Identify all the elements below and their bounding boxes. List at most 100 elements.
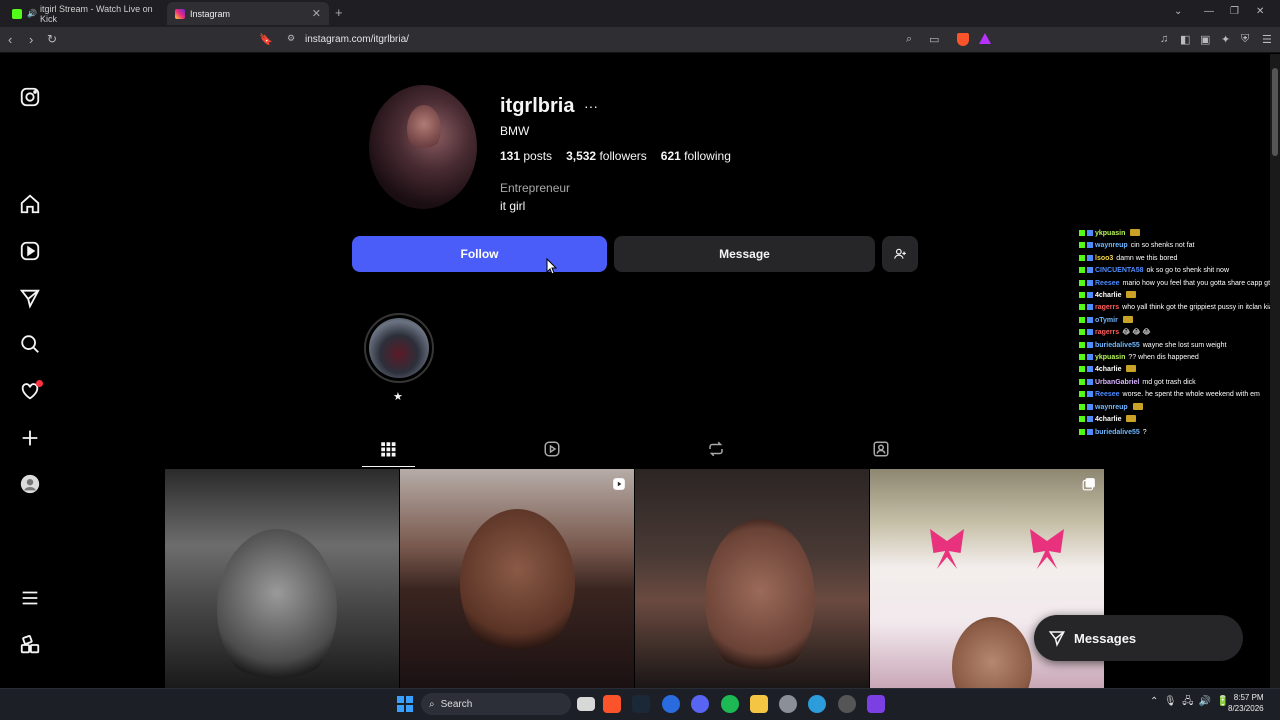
reposts-tab-icon[interactable] [707,440,727,460]
message-button[interactable]: Message [614,236,875,272]
chat-username[interactable]: waynreup [1095,242,1128,249]
instagram-logo-icon[interactable] [19,86,41,108]
chat-username[interactable]: ragerrs [1095,329,1119,336]
chat-username[interactable]: buriedalive55 [1095,429,1140,436]
steam-taskbar-icon[interactable] [632,695,650,713]
story-highlight[interactable] [364,313,434,383]
audio-playing-icon[interactable]: 🔊 [27,9,37,18]
file-explorer-icon[interactable] [750,695,768,713]
chat-message: 4charlie [1079,364,1279,376]
system-tray[interactable]: ⌃ 🎙 🖧 🔊 🔋 [1150,694,1229,711]
messages-label: Messages [1074,630,1137,646]
sub-badge-icon [1087,403,1093,410]
mouse-cursor-icon [546,258,557,275]
home-icon[interactable] [19,193,41,215]
settings-taskbar-icon[interactable] [779,695,797,713]
post-thumbnail[interactable] [635,469,869,688]
chat-username[interactable]: lsoo3 [1095,255,1113,262]
ccleaner-taskbar-icon[interactable] [808,695,826,713]
spotify-taskbar-icon[interactable] [721,695,739,713]
emote-icon [1126,291,1137,299]
taskbar-clock[interactable]: 8:57 PM 8/23/2026 [1228,692,1264,714]
sub-badge-icon [1087,230,1093,236]
brave-taskbar-icon[interactable] [603,695,621,713]
task-view-icon[interactable] [577,697,595,711]
brave-shields-icon[interactable] [957,33,969,46]
reload-icon[interactable]: ↻ [47,32,57,46]
chat-username[interactable]: ragerrs [1095,304,1119,311]
wallet-icon[interactable]: ▣ [1200,33,1210,46]
profile-avatar[interactable] [369,85,477,209]
tagged-tab-icon[interactable] [872,440,892,460]
messages-button[interactable]: Messages [1034,615,1243,661]
tab-kick-stream[interactable]: 🔊 itgirl Stream - Watch Live on Kick [4,2,166,25]
reels-icon[interactable] [19,240,41,262]
taskbar-search[interactable]: ⌕ Search [421,693,571,715]
chat-username[interactable]: buriedalive55 [1095,342,1140,349]
more-options-icon[interactable]: ··· [584,98,598,114]
media-icon[interactable]: ♫ [1160,33,1168,45]
post-thumbnail[interactable] [400,469,634,688]
emote-icon [1126,365,1137,373]
chat-username[interactable]: waynreup [1095,404,1128,411]
new-tab-icon[interactable]: + [335,5,343,20]
chat-username[interactable]: oTymir [1095,317,1118,324]
discord-taskbar-icon[interactable] [691,695,709,713]
chat-message: 4charlie [1079,290,1279,302]
minimize-icon[interactable]: — [1204,6,1214,17]
tab-instagram[interactable]: Instagram ✕ [167,2,329,25]
close-tab-icon[interactable]: ✕ [312,7,321,20]
maximize-icon[interactable]: ❐ [1230,6,1239,17]
suggested-users-button[interactable] [882,236,918,272]
reels-tab-icon[interactable] [543,440,563,460]
app-taskbar-icon[interactable] [662,695,680,713]
chat-message: ragerrs who yall think got the grippiest … [1079,302,1279,314]
chat-username[interactable]: Reesee [1095,391,1120,398]
profile-icon[interactable] [19,473,41,495]
follow-button[interactable]: Follow [352,236,607,272]
vpn-icon[interactable]: ⛨ [1241,33,1249,46]
brave-rewards-icon[interactable] [979,33,991,44]
cast-icon[interactable]: ▭ [929,33,939,46]
kick-badge-icon [1079,316,1085,323]
leo-ai-icon[interactable]: ✦ [1221,33,1230,46]
windows-start-icon[interactable] [397,696,413,712]
followers-stat[interactable]: 3,532 followers [566,149,647,163]
chat-username[interactable]: Reesee [1095,280,1120,287]
more-apps-icon[interactable] [19,634,41,656]
url-text[interactable]: instagram.com/itgrlbria/ [305,34,409,45]
browser-menu-icon[interactable]: ☰ [1262,33,1272,46]
search-icon[interactable] [19,333,41,355]
chat-message: waynreup [1079,402,1279,414]
zoom-icon[interactable]: ⌕ [906,33,912,46]
close-window-icon[interactable]: ✕ [1256,6,1264,17]
chat-username[interactable]: UrbanGabriel [1095,379,1139,386]
chat-username[interactable]: 4charlie [1095,292,1121,299]
post-thumbnail[interactable] [165,469,399,688]
chat-username[interactable]: CINCUENTA58 [1095,267,1144,274]
app-purple-taskbar-icon[interactable] [867,695,885,713]
sidebar-toggle-icon[interactable]: ◧ [1180,33,1190,46]
obs-taskbar-icon[interactable] [838,695,856,713]
site-info-icon[interactable]: ⚙ [287,33,295,44]
kick-badge-icon [1079,329,1085,336]
explore-icon[interactable] [19,287,41,309]
following-stat[interactable]: 621 following [661,149,731,163]
posts-grid-icon[interactable] [379,440,399,460]
scrollbar-thumb[interactable] [1272,68,1278,156]
tab-search-chevron-icon[interactable]: ⌄ [1174,6,1182,17]
sub-badge-icon [1087,366,1093,373]
menu-icon[interactable] [19,587,41,609]
create-icon[interactable] [19,427,41,449]
chat-username[interactable]: 4charlie [1095,366,1121,373]
back-icon[interactable]: ‹ [8,32,12,47]
chat-username[interactable]: ykpuasin [1095,354,1125,361]
bookmark-icon[interactable]: 🔖 [259,33,273,46]
forward-icon[interactable]: › [29,32,33,47]
chat-username[interactable]: 4charlie [1095,416,1121,423]
profile-category: Entrepreneur [500,181,571,195]
kick-badge-icon [1079,378,1085,385]
chat-username[interactable]: ykpuasin [1095,230,1125,237]
highlight-cover [369,318,429,378]
chat-message: Reesee worse. he spent the whole weekend … [1079,389,1279,401]
